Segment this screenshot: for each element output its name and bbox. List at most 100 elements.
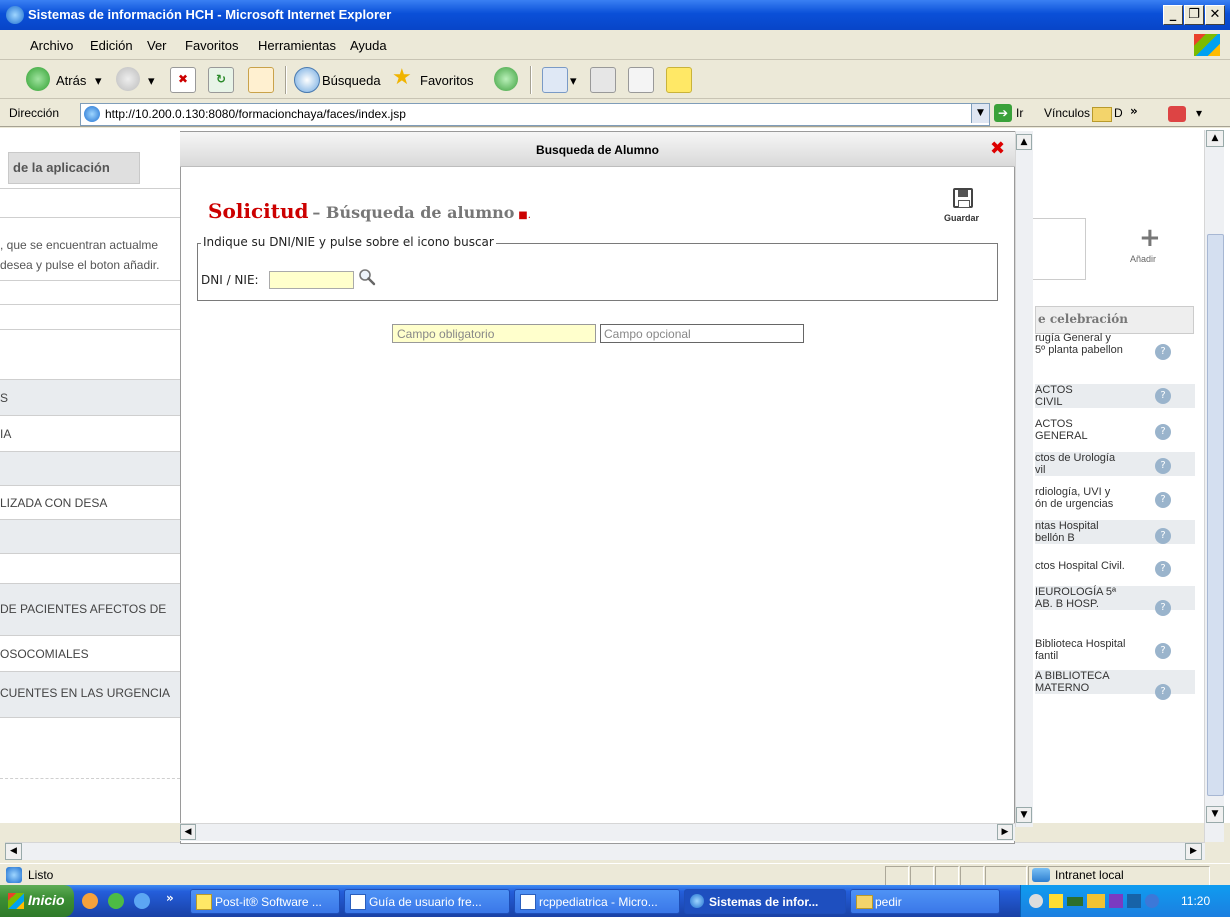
back-button-label[interactable]: Atrás xyxy=(56,73,86,88)
page-vertical-scrollbar[interactable]: ▲ ▼ xyxy=(1204,130,1224,842)
left-list-row[interactable]: IA xyxy=(0,416,180,452)
address-input[interactable]: http://10.200.0.130:8080/formacionchaya/… xyxy=(80,103,990,126)
left-list-row[interactable] xyxy=(0,554,180,584)
quicklaunch-more-icon[interactable]: » xyxy=(166,891,174,905)
quicklaunch-icon[interactable] xyxy=(108,893,124,909)
go-button-label[interactable]: Ir xyxy=(1016,106,1023,120)
forward-dropdown-icon[interactable]: ▾ xyxy=(148,73,155,89)
scroll-up-icon[interactable]: ▲ xyxy=(1206,130,1224,147)
save-button-label[interactable]: Guardar xyxy=(944,213,979,223)
right-row[interactable]: ctos Hospital Civil. xyxy=(1035,560,1195,572)
dni-input[interactable] xyxy=(269,271,354,289)
search-magnifier-icon[interactable] xyxy=(358,268,376,286)
menu-archivo[interactable]: Archivo xyxy=(30,38,73,53)
help-icon[interactable]: ? xyxy=(1155,528,1171,544)
tray-icon[interactable] xyxy=(1145,894,1159,908)
quicklaunch-icon[interactable] xyxy=(134,893,150,909)
tray-icon[interactable] xyxy=(1049,894,1063,908)
add-label[interactable]: Añadir xyxy=(1130,254,1156,264)
dialog-close-icon[interactable]: ✖ xyxy=(990,138,1005,159)
left-list-row[interactable]: DE PACIENTES AFECTOS DE xyxy=(0,584,180,636)
taskbar-item-ie[interactable]: Sistemas de infor... xyxy=(684,889,846,914)
address-dropdown-icon[interactable]: ▼ xyxy=(971,104,989,123)
right-row[interactable]: Biblioteca Hospital fantil xyxy=(1035,638,1195,662)
left-list-row[interactable]: CUENTES EN LAS URGENCIA xyxy=(0,672,180,718)
dialog-scroll-up-icon[interactable]: ▲ xyxy=(1016,134,1032,150)
scroll-left-icon[interactable]: ◀ xyxy=(5,843,22,860)
back-dropdown-icon[interactable]: ▾ xyxy=(95,73,102,89)
help-icon[interactable]: ? xyxy=(1155,344,1171,360)
scroll-right-icon[interactable]: ▶ xyxy=(1185,843,1202,860)
menu-ayuda[interactable]: Ayuda xyxy=(350,38,387,53)
help-icon[interactable]: ? xyxy=(1155,561,1171,577)
dialog-header[interactable]: Busqueda de Alumno xyxy=(180,132,1015,167)
print-icon[interactable] xyxy=(590,67,616,93)
stop-icon[interactable]: ✖ xyxy=(170,67,196,93)
menu-favoritos[interactable]: Favoritos xyxy=(185,38,238,53)
edit-icon[interactable] xyxy=(628,67,654,93)
add-plus-icon[interactable]: + xyxy=(1139,225,1161,251)
right-row[interactable]: IEUROLOGÍA 5ª AB. B HOSP. xyxy=(1035,586,1195,610)
close-window-button[interactable]: ✕ xyxy=(1205,5,1225,25)
right-row[interactable]: ACTOS GENERAL xyxy=(1035,418,1195,442)
taskbar-item-folder[interactable]: pedir xyxy=(850,889,1000,914)
left-list-row[interactable]: LIZADA CON DESA xyxy=(0,486,180,520)
taskbar-item-word-rcp[interactable]: rcppediatrica - Micro... xyxy=(514,889,680,914)
tray-icon[interactable] xyxy=(1109,894,1123,908)
tray-icon[interactable] xyxy=(1029,894,1043,908)
help-icon[interactable]: ? xyxy=(1155,458,1171,474)
dialog-vertical-scrollbar[interactable]: ▲ ▼ xyxy=(1015,131,1033,827)
forward-arrow-icon[interactable] xyxy=(116,67,140,91)
taskbar-item-postit[interactable]: Post-it® Software ... xyxy=(190,889,340,914)
save-disk-icon[interactable] xyxy=(953,188,973,208)
links-label[interactable]: Vínculos xyxy=(1044,106,1090,120)
start-button[interactable]: Inicio xyxy=(0,885,74,917)
refresh-icon[interactable]: ↻ xyxy=(208,67,234,93)
addon-dropdown-icon[interactable]: ▾ xyxy=(1196,106,1202,120)
app-tab[interactable]: de la aplicación xyxy=(8,152,140,184)
left-list-row[interactable]: OSOCOMIALES xyxy=(0,636,180,672)
tray-icon[interactable] xyxy=(1067,897,1083,906)
toolbar-addon-icon[interactable] xyxy=(1168,106,1186,122)
taskbar-item-word-guide[interactable]: Guía de usuario fre... xyxy=(344,889,510,914)
page-horizontal-scrollbar[interactable]: ◀ ▶ xyxy=(5,842,1205,860)
dialog-horizontal-scrollbar[interactable]: ◀ ▶ xyxy=(180,823,1015,841)
window-title-bar[interactable]: Sistemas de información HCH - Microsoft … xyxy=(0,0,1230,30)
mail-icon[interactable] xyxy=(542,67,568,93)
help-icon[interactable]: ? xyxy=(1155,600,1171,616)
help-icon[interactable]: ? xyxy=(1155,643,1171,659)
dialog-scroll-right-icon[interactable]: ▶ xyxy=(997,824,1013,840)
favorites-button-label[interactable]: Favoritos xyxy=(420,73,473,88)
right-row[interactable]: ACTOS CIVIL xyxy=(1035,384,1195,408)
right-row[interactable]: A BIBLIOTECA MATERNO xyxy=(1035,670,1195,694)
help-icon[interactable]: ? xyxy=(1155,424,1171,440)
left-list-row[interactable] xyxy=(0,452,180,486)
maximize-button[interactable]: ❐ xyxy=(1184,5,1204,25)
menu-herramientas[interactable]: Herramientas xyxy=(258,38,336,53)
back-arrow-icon[interactable] xyxy=(26,67,50,91)
right-row[interactable]: rugía General y 5º planta pabellon xyxy=(1035,332,1195,356)
quicklaunch-icon[interactable] xyxy=(82,893,98,909)
search-button-label[interactable]: Búsqueda xyxy=(322,73,381,88)
post-it-icon[interactable] xyxy=(666,67,692,93)
menu-edicion[interactable]: Edición xyxy=(90,38,133,53)
help-icon[interactable]: ? xyxy=(1155,684,1171,700)
favorites-star-icon[interactable]: ★ xyxy=(392,67,416,91)
scroll-down-icon[interactable]: ▼ xyxy=(1206,806,1224,823)
links-more-icon[interactable]: » xyxy=(1130,104,1138,118)
right-row[interactable]: ntas Hospital bellón B xyxy=(1035,520,1195,544)
left-list-row[interactable] xyxy=(0,520,180,554)
history-icon[interactable] xyxy=(494,67,518,91)
minimize-button[interactable]: _ xyxy=(1163,5,1183,25)
dialog-scroll-down-icon[interactable]: ▼ xyxy=(1016,807,1032,823)
address-url[interactable]: http://10.200.0.130:8080/formacionchaya/… xyxy=(105,107,406,121)
page-scroll-thumb[interactable] xyxy=(1207,234,1224,796)
tray-icon[interactable] xyxy=(1127,894,1141,908)
right-row[interactable]: ctos de Urología vil xyxy=(1035,452,1195,476)
right-row[interactable]: rdiología, UVI y ón de urgencias xyxy=(1035,486,1195,510)
tray-icon[interactable] xyxy=(1087,894,1105,908)
dialog-scroll-left-icon[interactable]: ◀ xyxy=(180,824,196,840)
left-list-row[interactable]: S xyxy=(0,380,180,416)
search-icon[interactable] xyxy=(294,67,320,93)
menu-ver[interactable]: Ver xyxy=(147,38,167,53)
